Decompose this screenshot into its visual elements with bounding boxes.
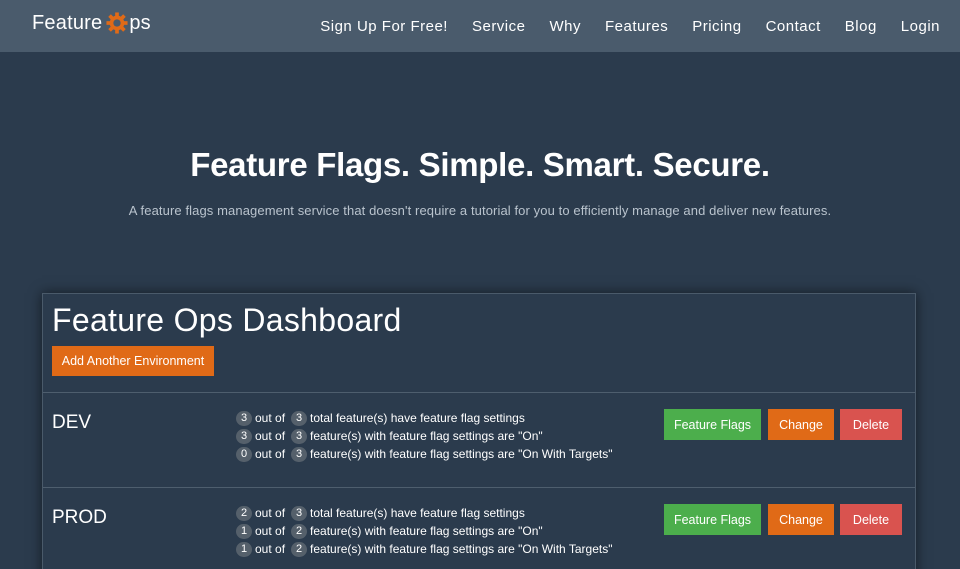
change-button[interactable]: Change [768,504,834,535]
total-badge: 3 [291,505,308,521]
hero-title: Feature Flags. Simple. Smart. Secure. [190,146,770,183]
stat-text: out of [255,542,286,556]
stat-text: feature(s) with feature flag settings ar… [310,429,543,443]
total-badge: 3 [291,428,308,444]
stat-text: feature(s) with feature flag settings ar… [310,447,613,461]
brand-text-before: Feature [32,12,103,34]
nav-link-signup[interactable]: Sign Up For Free! [320,18,448,35]
count-badge: 1 [236,523,252,539]
brand-text-after: ps [129,12,151,34]
brand-logo[interactable]: Feature ps [32,11,151,35]
stat-line: 3 out of 3 total feature(s) have feature… [236,409,612,427]
environment-stats: 2 out of 3 total feature(s) have feature… [236,504,612,558]
stat-text: out of [255,506,286,520]
nav-link-contact[interactable]: Contact [766,18,821,35]
stat-text: out of [255,429,286,443]
add-environment-button[interactable]: Add Another Environment [52,346,214,376]
feature-flags-button[interactable]: Feature Flags [664,504,761,535]
divider [43,487,915,488]
dashboard-title: Feature Ops Dashboard [52,302,402,338]
environment-name: PROD [52,507,107,528]
stat-text: feature(s) with feature flag settings ar… [310,524,543,538]
stat-line: 2 out of 3 total feature(s) have feature… [236,504,612,522]
stat-text: out of [255,447,286,461]
environment-name: DEV [52,412,92,433]
stat-line: 0 out of 3 feature(s) with feature flag … [236,445,612,463]
gear-icon [106,11,128,34]
count-badge: 2 [236,505,252,521]
total-badge: 3 [291,410,308,426]
stat-text: total feature(s) have feature flag setti… [310,411,525,425]
stat-line: 1 out of 2 feature(s) with feature flag … [236,522,612,540]
total-badge: 2 [291,523,308,539]
nav-link-blog[interactable]: Blog [845,18,877,35]
nav-link-pricing[interactable]: Pricing [692,18,741,35]
count-badge: 3 [236,428,252,444]
top-navbar: Feature ps Sign Up For Free! Service Why… [0,0,960,52]
dashboard-panel: Feature Ops Dashboard Add Another Enviro… [42,293,916,569]
count-badge: 0 [236,446,252,462]
stat-text: out of [255,524,286,538]
nav-link-features[interactable]: Features [605,18,668,35]
delete-button[interactable]: Delete [840,504,902,535]
total-badge: 2 [291,541,308,557]
delete-button[interactable]: Delete [840,409,902,440]
hero-subtitle: A feature flags management service that … [128,203,832,218]
nav-link-service[interactable]: Service [472,18,526,35]
stat-text: total feature(s) have feature flag setti… [310,506,525,520]
stat-text: feature(s) with feature flag settings ar… [310,542,613,556]
divider [43,392,915,393]
stat-line: 1 out of 2 feature(s) with feature flag … [236,540,612,558]
total-badge: 3 [291,446,308,462]
count-badge: 3 [236,410,252,426]
stat-text: out of [255,411,286,425]
nav-link-login[interactable]: Login [901,18,940,35]
change-button[interactable]: Change [768,409,834,440]
count-badge: 1 [236,541,252,557]
feature-flags-button[interactable]: Feature Flags [664,409,761,440]
nav-links: Sign Up For Free! Service Why Features P… [308,0,960,52]
nav-link-why[interactable]: Why [550,18,582,35]
stat-line: 3 out of 3 feature(s) with feature flag … [236,427,612,445]
environment-stats: 3 out of 3 total feature(s) have feature… [236,409,612,463]
